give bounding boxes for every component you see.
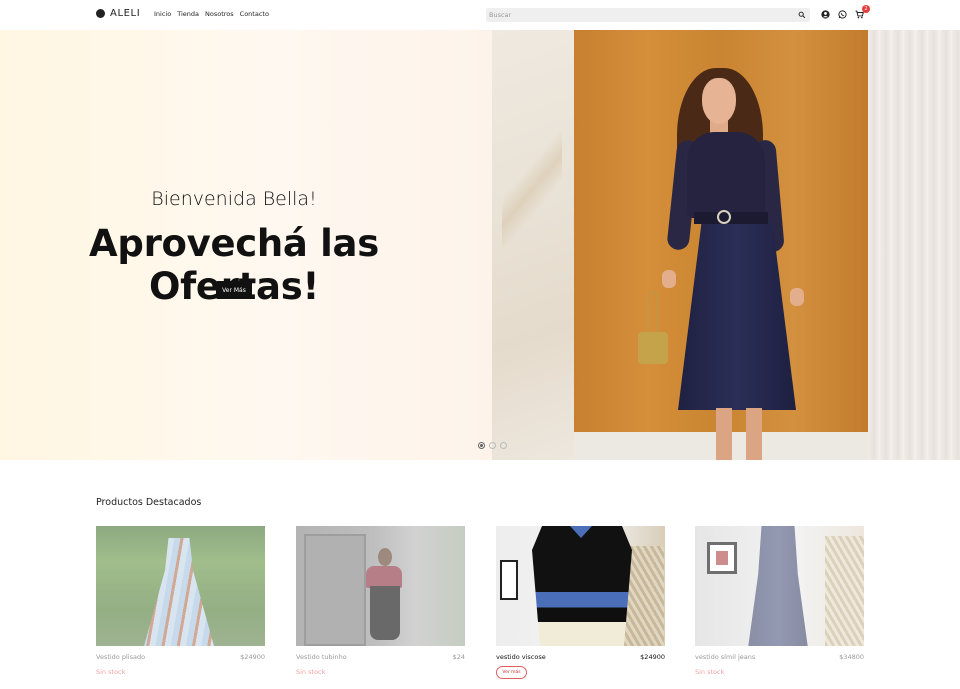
carousel-dot-1[interactable] [478,442,485,449]
denim-dress [748,526,808,646]
pampas-plant [825,536,864,646]
floral-dress [144,538,214,646]
product-image[interactable] [96,526,265,646]
out-of-stock-label: Sin stock [695,668,725,676]
search-icon[interactable] [798,11,806,19]
product-image[interactable] [296,526,465,646]
search-bar [486,8,810,22]
hero-image [492,30,960,460]
cart-count-badge: 2 [862,5,870,13]
model-hand-right [790,288,804,306]
black-skirt [370,586,400,640]
dress-bodice [687,132,765,218]
carousel-dot-3[interactable] [500,442,507,449]
product-image[interactable] [496,526,665,646]
out-of-stock-label: Sin stock [296,668,326,676]
model-face [702,78,736,124]
product-card[interactable]: Vestido plisado $24900 Sin stock [96,526,265,676]
user-icon[interactable] [821,10,830,19]
product-name[interactable]: vestido viscose [496,653,546,661]
model-leg-right [746,408,762,460]
out-of-stock-label: Sin stock [96,668,126,676]
model-leg-left [716,408,732,460]
site-header: ALELI Inicio Tienda Nosotros Contacto 2 [0,0,960,30]
dress-belt [694,212,768,224]
hero-text-panel: Bienvenida Bella! Aprovechá las Ofertas!… [0,30,492,460]
ver-mas-product-button[interactable]: Ver más [496,666,527,679]
product-name[interactable]: Vestido tubinho [296,653,347,661]
curtain [868,30,960,460]
product-name[interactable]: Vestido plisado [96,653,145,661]
nav-tienda[interactable]: Tienda [177,10,199,18]
wall-frame [500,560,518,600]
barn-door [304,534,366,646]
hero-subtitle: Bienvenida Bella! [151,188,317,210]
carousel-dot-2[interactable] [489,442,496,449]
model-head [378,548,392,566]
wall-frame [707,542,737,574]
carousel-indicators [478,442,507,449]
striped-dress [532,526,632,646]
product-name[interactable]: vestido símil jeans [695,653,755,661]
product-price: $34800 [839,653,864,661]
model-hand-left [662,270,676,288]
logo-circle-icon [96,9,105,18]
section-title: Productos Destacados [96,497,202,508]
product-card[interactable]: vestido símil jeans $34800 Sin stock [695,526,864,676]
bag-strap [648,292,658,334]
ver-mas-button[interactable]: Ver Más [216,281,252,299]
whatsapp-icon[interactable] [838,10,847,19]
search-input[interactable] [486,8,786,22]
gold-handbag [638,332,668,364]
product-price: $24900 [640,653,665,661]
product-card[interactable]: Vestido tubinho $24 Sin stock [296,526,465,676]
product-price: $24 [452,653,465,661]
hero-carousel: Bienvenida Bella! Aprovechá las Ofertas!… [0,30,960,460]
brand-logo[interactable]: ALELI [96,8,140,19]
nav-contacto[interactable]: Contacto [240,10,269,18]
belt-buckle [717,210,731,224]
red-top [366,566,402,588]
nav-inicio[interactable]: Inicio [154,10,171,18]
main-nav: Inicio Tienda Nosotros Contacto [154,10,269,18]
nav-nosotros[interactable]: Nosotros [205,10,234,18]
marble-wall [492,30,574,460]
product-image[interactable] [695,526,864,646]
product-price: $24900 [240,653,265,661]
brand-name: ALELI [110,8,141,19]
product-card[interactable]: vestido viscose $24900 Ver más [496,526,665,679]
